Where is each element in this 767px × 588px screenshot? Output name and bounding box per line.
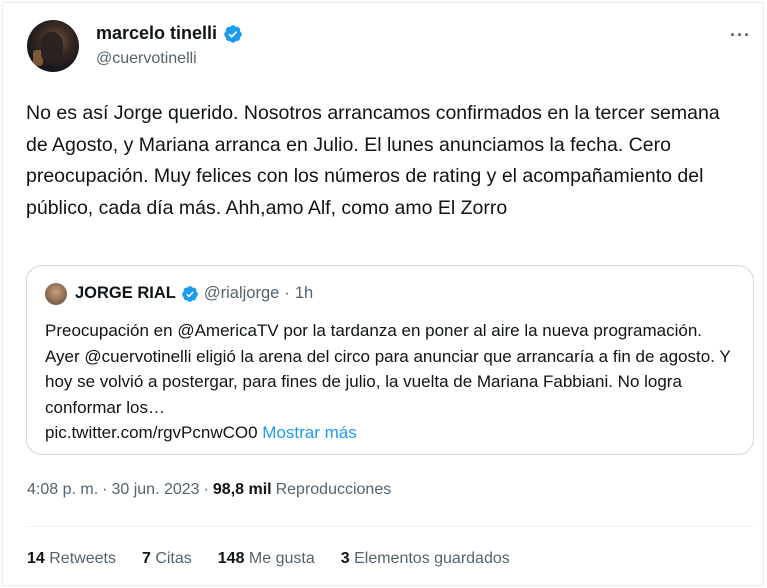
views-count: 98,8 mil: [212, 481, 272, 498]
stat-count: 148: [217, 550, 245, 567]
quoted-tweet[interactable]: JORGE RIAL @rialjorge · 1h Preocupación …: [26, 265, 754, 455]
stat-retweets[interactable]: 14 Retweets: [27, 550, 116, 568]
quoted-author-name[interactable]: JORGE RIAL: [75, 284, 176, 303]
stat-label: Me gusta: [248, 550, 315, 567]
tweet-date[interactable]: 30 jun. 2023: [111, 481, 199, 499]
stat-label: Citas: [155, 550, 192, 567]
views-label: Reproducciones: [275, 481, 392, 498]
quoted-timestamp[interactable]: 1h: [295, 284, 313, 303]
stat-count: 7: [141, 550, 151, 567]
verified-badge-icon: [224, 24, 242, 43]
tweet-metadata: 4:08 p. m. · 30 jun. 2023 · 98,8 mil Rep…: [27, 481, 391, 499]
quoted-tweet-body: Preocupación en @AmericaTV por la tardan…: [45, 318, 735, 446]
quoted-author-avatar[interactable]: [45, 283, 67, 305]
tweet-text: No es así Jorge querido. Nosotros arranc…: [26, 102, 720, 219]
quoted-verified-badge-icon: [181, 285, 198, 302]
author-display-name[interactable]: marcelo tinelli: [96, 23, 217, 44]
stat-count: 3: [340, 550, 350, 567]
author-avatar[interactable]: [27, 20, 79, 72]
avatar-figure: [41, 32, 63, 62]
stat-count: 14: [27, 550, 45, 567]
quoted-author-handle[interactable]: @rialjorge: [204, 284, 279, 303]
author-name-row: marcelo tinelli: [96, 23, 243, 44]
quoted-tweet-text: Preocupación en @AmericaTV por la tardan…: [45, 321, 731, 417]
more-options-icon[interactable]: ···: [730, 25, 751, 46]
stat-likes[interactable]: 148 Me gusta: [218, 550, 315, 568]
meta-separator: ·: [102, 481, 108, 498]
divider: [26, 526, 754, 527]
engagement-stats: 14 Retweets 7 Citas 148 Me gusta 3 Eleme…: [27, 550, 510, 568]
show-more-link[interactable]: Mostrar más: [262, 423, 356, 442]
tweet-card: marcelo tinelli @cuervotinelli ··· No es…: [2, 2, 764, 586]
quoted-separator: ·: [284, 284, 290, 302]
author-handle[interactable]: @cuervotinelli: [96, 50, 197, 68]
stat-quotes[interactable]: 7 Citas: [142, 550, 192, 568]
quoted-tweet-header: JORGE RIAL @rialjorge · 1h: [75, 284, 313, 303]
meta-separator: ·: [203, 481, 209, 498]
stat-bookmarks[interactable]: 3 Elementos guardados: [341, 550, 510, 568]
tweet-time[interactable]: 4:08 p. m.: [27, 481, 98, 499]
stat-label: Retweets: [49, 550, 116, 567]
quoted-media-link[interactable]: pic.twitter.com/rgvPcnwCO0: [45, 423, 258, 442]
stat-label: Elementos guardados: [354, 550, 510, 567]
